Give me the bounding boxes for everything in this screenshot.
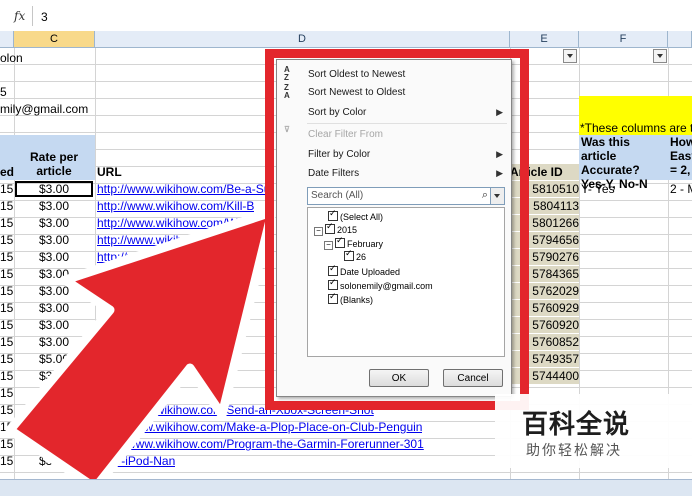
column-header-e[interactable]: E xyxy=(510,31,579,47)
tree-label: 2015 xyxy=(337,225,358,235)
tree-blanks[interactable]: (Blanks) xyxy=(328,291,374,305)
collapse-icon[interactable]: − xyxy=(324,241,333,250)
column-header-d[interactable]: D xyxy=(95,31,510,47)
cell-rate[interactable]: $3.00 xyxy=(15,181,93,197)
tree-select-all[interactable]: (Select All) xyxy=(328,208,384,222)
tree-date-uploaded[interactable]: Date Uploaded xyxy=(328,263,401,277)
checkbox-checked-icon[interactable] xyxy=(344,248,354,261)
tree-label: (Blanks) xyxy=(340,295,374,305)
filter-menu: AZ Sort Oldest to Newest ZA Sort Newest … xyxy=(276,59,512,397)
filter-dropdown-e[interactable] xyxy=(563,49,577,63)
cancel-button[interactable]: Cancel xyxy=(443,369,503,387)
cell-yes[interactable]: Y- Yes xyxy=(581,181,615,197)
filter-value-tree: (Select All) −2015 −February 26 Date Upl… xyxy=(307,207,505,357)
sort-descending-icon: ZA xyxy=(284,83,290,100)
checkbox-checked-icon[interactable] xyxy=(328,263,338,276)
tree-label: 26 xyxy=(356,252,367,262)
cell-email[interactable]: mily@gmail.com xyxy=(0,101,88,117)
column-header-c[interactable]: C xyxy=(14,31,95,47)
filter-dropdown-f[interactable] xyxy=(653,49,667,63)
column-header-g[interactable] xyxy=(668,31,692,47)
checkbox-checked-icon[interactable] xyxy=(328,277,338,290)
sheet-tabs-bar xyxy=(0,479,692,496)
ok-button[interactable]: OK xyxy=(369,369,429,387)
search-dropdown-button[interactable] xyxy=(490,188,504,204)
search-input[interactable]: Search (All) ⌕ xyxy=(307,187,505,205)
column-header-f[interactable]: F xyxy=(579,31,668,47)
tree-day[interactable]: 26 xyxy=(344,248,367,262)
note-text[interactable]: *These columns are to xyxy=(580,120,692,136)
tree-label: Date Uploaded xyxy=(340,267,401,277)
header-how-easy[interactable]: How Easy = 2, xyxy=(670,135,692,177)
clear-filter-item[interactable]: Clear Filter From xyxy=(308,129,383,140)
checkbox-checked-icon[interactable] xyxy=(335,235,345,248)
watermark: 百科全说 助你轻松解决 xyxy=(495,394,692,468)
date-filters-item[interactable]: Date Filters xyxy=(308,168,359,179)
sort-ascending-icon: AZ xyxy=(284,65,290,82)
tree-month[interactable]: −February xyxy=(324,235,383,250)
header-rate[interactable]: Rate per article xyxy=(18,150,90,178)
sort-oldest-item[interactable]: Sort Oldest to Newest xyxy=(308,69,405,80)
sort-newest-item[interactable]: Sort Newest to Oldest xyxy=(308,87,405,98)
formula-input[interactable]: 3 xyxy=(41,10,48,24)
tree-email[interactable]: solonemily@gmail.com xyxy=(328,277,433,291)
clear-filter-icon: ⊽ xyxy=(284,125,290,134)
menu-divider xyxy=(307,123,507,124)
submenu-arrow-icon: ▶ xyxy=(496,107,503,117)
submenu-arrow-icon: ▶ xyxy=(496,168,503,178)
column-headers: C D E F xyxy=(0,31,692,48)
column-header-b[interactable] xyxy=(0,31,14,47)
tree-label: (Select All) xyxy=(340,212,384,222)
search-placeholder: Search (All) xyxy=(311,190,364,201)
cell-colon[interactable]: olon xyxy=(0,50,23,66)
divider xyxy=(32,6,33,26)
checkbox-checked-icon[interactable] xyxy=(325,221,335,234)
header-url[interactable]: URL xyxy=(97,164,122,180)
checkbox-checked-icon[interactable] xyxy=(328,291,338,304)
submenu-arrow-icon: ▶ xyxy=(496,149,503,159)
checkbox-checked-icon[interactable] xyxy=(328,208,338,221)
cell-url-link[interactable]: http://www.wikihow.com/Be-a-Su xyxy=(97,181,270,197)
tree-label: solonemily@gmail.com xyxy=(340,281,433,291)
cell-b[interactable]: 15 xyxy=(0,181,13,197)
formula-bar: fx 3 xyxy=(0,0,692,32)
header-ed[interactable]: ed xyxy=(0,164,14,180)
search-icon: ⌕ xyxy=(481,189,488,201)
cell-five[interactable]: 5 xyxy=(0,84,7,100)
function-icon[interactable]: fx xyxy=(14,9,25,23)
chevron-down-icon xyxy=(494,194,500,198)
watermark-title: 百科全说 xyxy=(522,409,631,439)
watermark-subtitle: 助你轻松解决 xyxy=(526,442,622,458)
filter-by-color-item[interactable]: Filter by Color xyxy=(308,149,370,160)
cell-two[interactable]: 2 - M xyxy=(670,181,692,197)
sort-by-color-item[interactable]: Sort by Color xyxy=(308,107,366,118)
collapse-icon[interactable]: − xyxy=(314,227,323,236)
